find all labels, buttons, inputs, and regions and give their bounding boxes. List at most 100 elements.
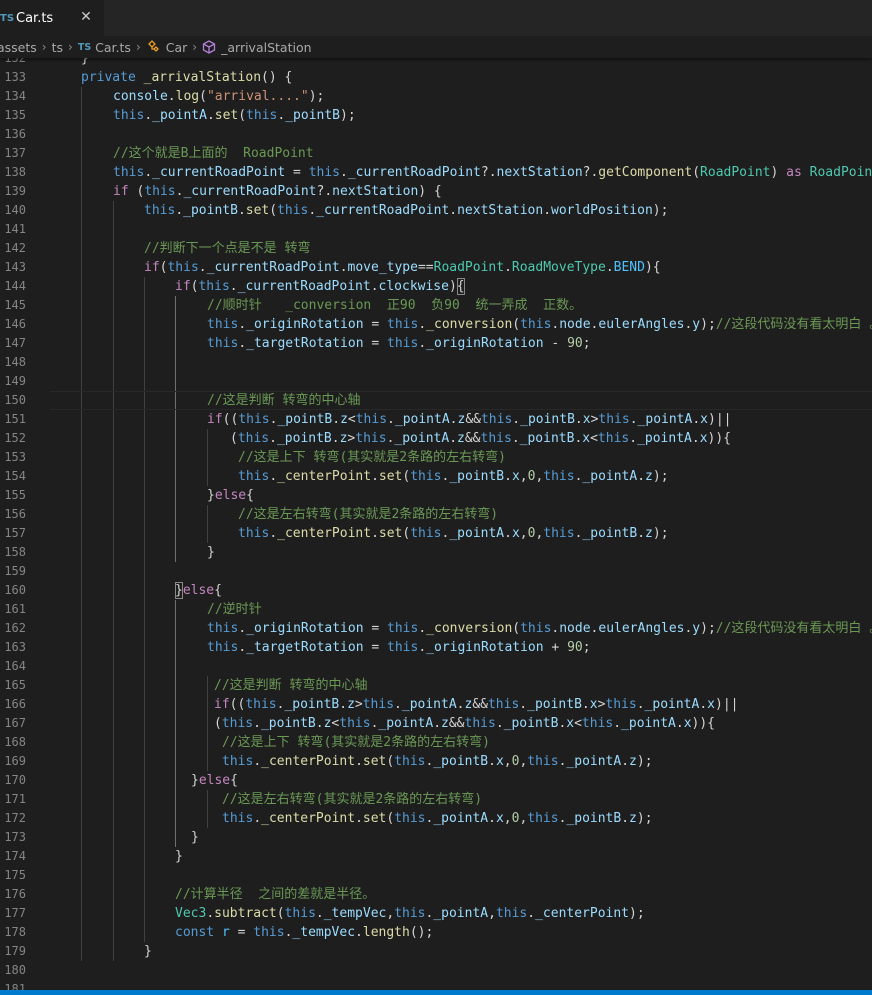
indent-guide [175,296,176,562]
code-token: if [175,279,191,294]
code-token: this [543,526,575,541]
code-line[interactable]: this._targetRotation = this._originRotat… [207,638,591,657]
code-line[interactable]: //这是上下 转弯(其实就是2条路的左右转弯) [238,448,506,467]
code-token: ); [700,317,716,332]
line-number: 159 [4,564,26,578]
code-line[interactable]: this._centerPoint.set(this._pointA.x,0,t… [238,524,669,543]
line-number: 175 [4,868,26,882]
code-line[interactable]: this._centerPoint.set(this._pointA.x,0,t… [222,809,653,828]
code-token: x [495,811,504,826]
code-line[interactable]: //逆时针 [207,600,262,619]
code-line[interactable]: if((this._pointB.z<this._pointA.z&&this.… [207,410,731,429]
code-token: && [472,697,488,712]
close-icon[interactable]: ✕ [78,9,94,25]
code-token: < [590,431,598,446]
line-number: 181 [4,982,26,990]
code-token: node [559,317,591,332]
code-line[interactable]: if(this._currentRoadPoint.move_type==Roa… [144,258,661,277]
code-line[interactable]: } [207,543,215,562]
code-token: _currentRoadPoint [237,279,371,294]
code-token: this [238,469,270,484]
breadcrumb-item-assets[interactable]: assets [0,40,37,55]
code-line[interactable]: this._originRotation = this._conversion(… [207,619,872,638]
code-area[interactable]: } private _arrivalStation() {console.log(… [50,58,872,990]
code-token: . [315,716,324,731]
code-token: _pointB [503,716,559,731]
code-token: _pointA [621,716,676,731]
breadcrumb-item-file[interactable]: Car.ts [95,40,131,55]
code-token: )){ [707,431,731,446]
code-token: . [433,716,442,731]
code-line[interactable]: //这个就是B上面的 RoadPoint [113,144,314,163]
code-token: . [512,412,521,427]
code-line[interactable]: if((this._pointB.z>this._pointA.z&&this.… [214,695,738,714]
code-token: this [222,811,254,826]
code-token: > [354,697,363,712]
code-line[interactable]: this._centerPoint.set(this._pointB.x,0,t… [222,752,653,771]
breadcrumb-item-ts[interactable]: ts [52,40,63,55]
code-line[interactable]: //计算半径 之间的差就是半径。 [175,885,375,904]
code-line[interactable]: } [144,942,152,961]
code-token: (( [222,412,239,427]
code-line[interactable]: Vec3.subtract(this._tempVec,this._pointA… [175,904,645,923]
code-line[interactable]: this._centerPoint.set(this._pointB.x,0,t… [238,467,669,486]
code-token: const [175,925,215,940]
line-number: 138 [4,165,26,179]
line-number: 137 [4,146,26,160]
code-line[interactable]: //判断下一个点是不是 转弯 [144,239,310,258]
code-token: ( [199,89,207,104]
code-line[interactable]: this._pointB.set(this._currentRoadPoint.… [144,201,668,220]
breadcrumb-item-method[interactable]: _arrivalStation [221,40,311,55]
tab-car-ts[interactable]: TS Car.ts ✕ [0,0,104,36]
code-token: this [487,697,520,712]
method-icon [202,40,216,54]
code-line[interactable]: }else{ [207,486,254,505]
code-line[interactable]: this._originRotation = this._conversion(… [207,315,872,334]
code-token: this [222,754,254,769]
code-line[interactable]: //这是左右转弯(其实就是2条路的左右转弯) [238,505,498,524]
code-token: . [418,336,427,351]
code-token: _pointA [637,412,693,427]
code-token: ?. [316,184,333,199]
code-token: //这是左右转弯(其实就是2条路的左右转弯) [238,507,499,522]
code-line[interactable]: (this._pointB.z<this._pointA.z&&this._po… [214,714,715,733]
code-line[interactable]: //顺时针 _conversion 正90 负90 统一弄成 正数。 [207,296,582,315]
line-number: 161 [4,602,26,616]
code-line[interactable]: private _arrivalStation() { [81,68,292,87]
code-line[interactable]: if(this._currentRoadPoint.clockwise){ [175,277,465,296]
code-token: ); [700,621,716,636]
code-line[interactable]: console.log("arrival...."); [113,87,324,106]
code-editor[interactable]: 132 133 134 135 136 137 138 139 140 141 142 143 144 1… [0,58,872,990]
code-line[interactable]: if (this._currentRoadPoint?.nextStation)… [113,182,442,201]
code-token: //这段代码没有看太明白 。 [715,621,872,636]
code-line[interactable]: } [175,847,183,866]
code-token: . [144,108,153,123]
code-line[interactable]: } [81,58,89,68]
code-token: . [691,431,700,446]
code-line[interactable]: //这是上下 转弯(其实就是2条路的左右转弯) [222,733,490,752]
code-token: . [144,165,153,180]
indent-guide [175,600,176,847]
code-line[interactable]: //这是左右转弯(其实就是2条路的左右转弯) [222,790,482,809]
code-token: nextStation [496,165,583,180]
code-line[interactable]: }else{ [191,771,238,790]
code-line[interactable]: this._targetRotation = this._originRotat… [207,334,591,353]
breadcrumb-item-class[interactable]: Car [166,40,188,55]
code-line[interactable]: this._currentRoadPoint = this._currentRo… [113,163,872,182]
code-line[interactable]: //这是判断 转弯的中心轴 [214,676,367,695]
code-token: z [645,526,653,541]
code-token: . [488,754,496,769]
code-line[interactable]: const r = this._tempVec.length(); [175,923,433,942]
code-line[interactable]: } [191,828,199,847]
code-line[interactable]: this._pointA.set(this._pointB); [113,106,356,125]
code-token: == [417,260,434,275]
code-token: ); [652,469,669,484]
code-line[interactable]: (this._pointB.z>this._pointA.z&&this._po… [230,429,731,448]
code-token: . [495,716,504,731]
code-token: Vec3 [175,906,207,921]
code-token: this [167,260,199,275]
code-token: } [207,545,215,560]
code-token: . [331,431,340,446]
